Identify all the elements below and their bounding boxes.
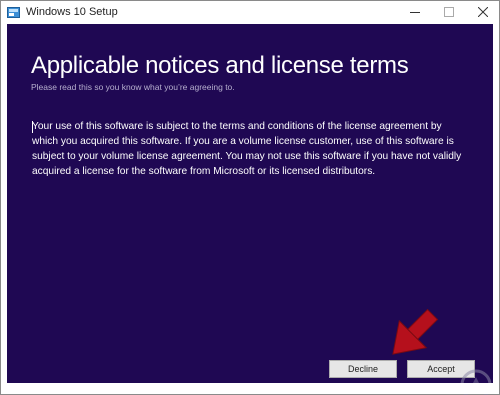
license-terms-text[interactable]: Your use of this software is subject to … [32, 119, 470, 179]
text-caret [32, 121, 33, 133]
page-title: Applicable notices and license terms [31, 52, 409, 79]
maximize-icon [444, 7, 454, 17]
minimize-button[interactable] [399, 1, 431, 23]
minimize-icon [410, 12, 420, 13]
close-button[interactable] [467, 1, 499, 23]
page-subtitle: Please read this so you know what you’re… [31, 82, 235, 92]
decline-button[interactable]: Decline [329, 360, 397, 378]
maximize-button[interactable] [433, 1, 465, 23]
window-bottom-border [1, 383, 499, 394]
close-icon [478, 7, 488, 17]
title-bar: Windows 10 Setup [1, 1, 499, 24]
setup-content-pane: Applicable notices and license terms Ple… [7, 24, 493, 395]
setup-window: Windows 10 Setup Applicable notices and … [0, 0, 500, 395]
window-title: Windows 10 Setup [26, 6, 118, 18]
setup-app-icon [7, 7, 20, 18]
